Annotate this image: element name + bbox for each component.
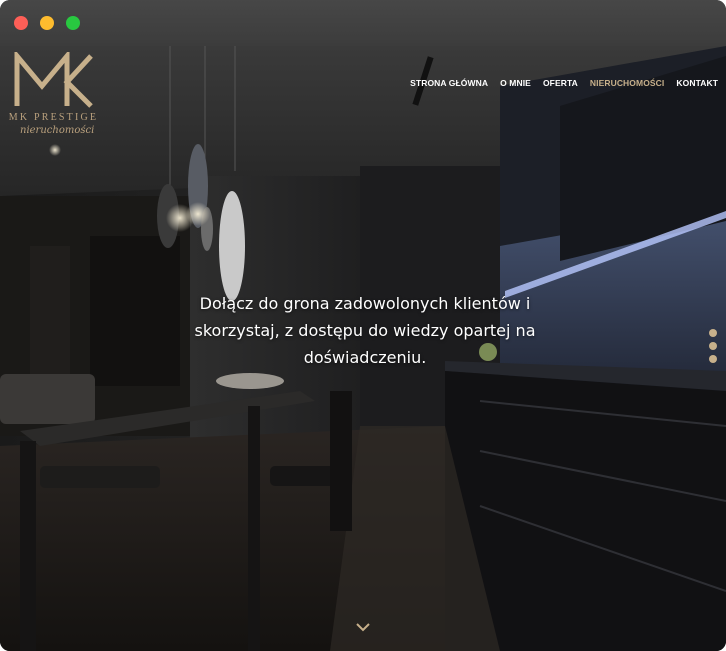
nav-item-strona-glowna[interactable]: STRONA GŁÓWNA [410,78,488,88]
hero-section: MK PRESTIGE nieruchomości STRONA GŁÓWNA … [0,46,726,651]
logo-tagline: nieruchomości [20,125,95,136]
logo[interactable]: MK PRESTIGE nieruchomości [6,50,101,146]
slider-dot[interactable] [709,355,717,363]
mk-monogram-icon [14,52,93,108]
main-navigation: STRONA GŁÓWNA O MNIE OFERTA NIERUCHOMOŚC… [410,78,718,88]
nav-item-oferta[interactable]: OFERTA [543,78,578,88]
hero-headline: Dołącz do grona zadowolonych klientów i … [170,290,560,371]
hero-headline-line: Dołącz do grona zadowolonych klientów i [199,294,531,313]
slider-pagination [709,329,718,368]
logo-brand-text: MK PRESTIGE [8,112,99,123]
zoom-window-button[interactable] [66,16,80,30]
nav-item-nieruchomosci[interactable]: NIERUCHOMOŚCI [590,78,665,88]
close-window-button[interactable] [14,16,28,30]
hero-headline-line: skorzystaj, z dostępu do wiedzy opartej … [194,321,536,340]
window-titlebar [0,0,726,47]
chevron-down-icon[interactable] [355,621,371,633]
minimize-window-button[interactable] [40,16,54,30]
slider-dot[interactable] [709,329,717,337]
nav-item-o-mnie[interactable]: O MNIE [500,78,531,88]
nav-item-kontakt[interactable]: KONTAKT [676,78,718,88]
hero-headline-line: doświadczeniu. [303,348,427,367]
browser-window: MK PRESTIGE nieruchomości STRONA GŁÓWNA … [0,0,726,651]
slider-dot[interactable] [709,342,717,350]
